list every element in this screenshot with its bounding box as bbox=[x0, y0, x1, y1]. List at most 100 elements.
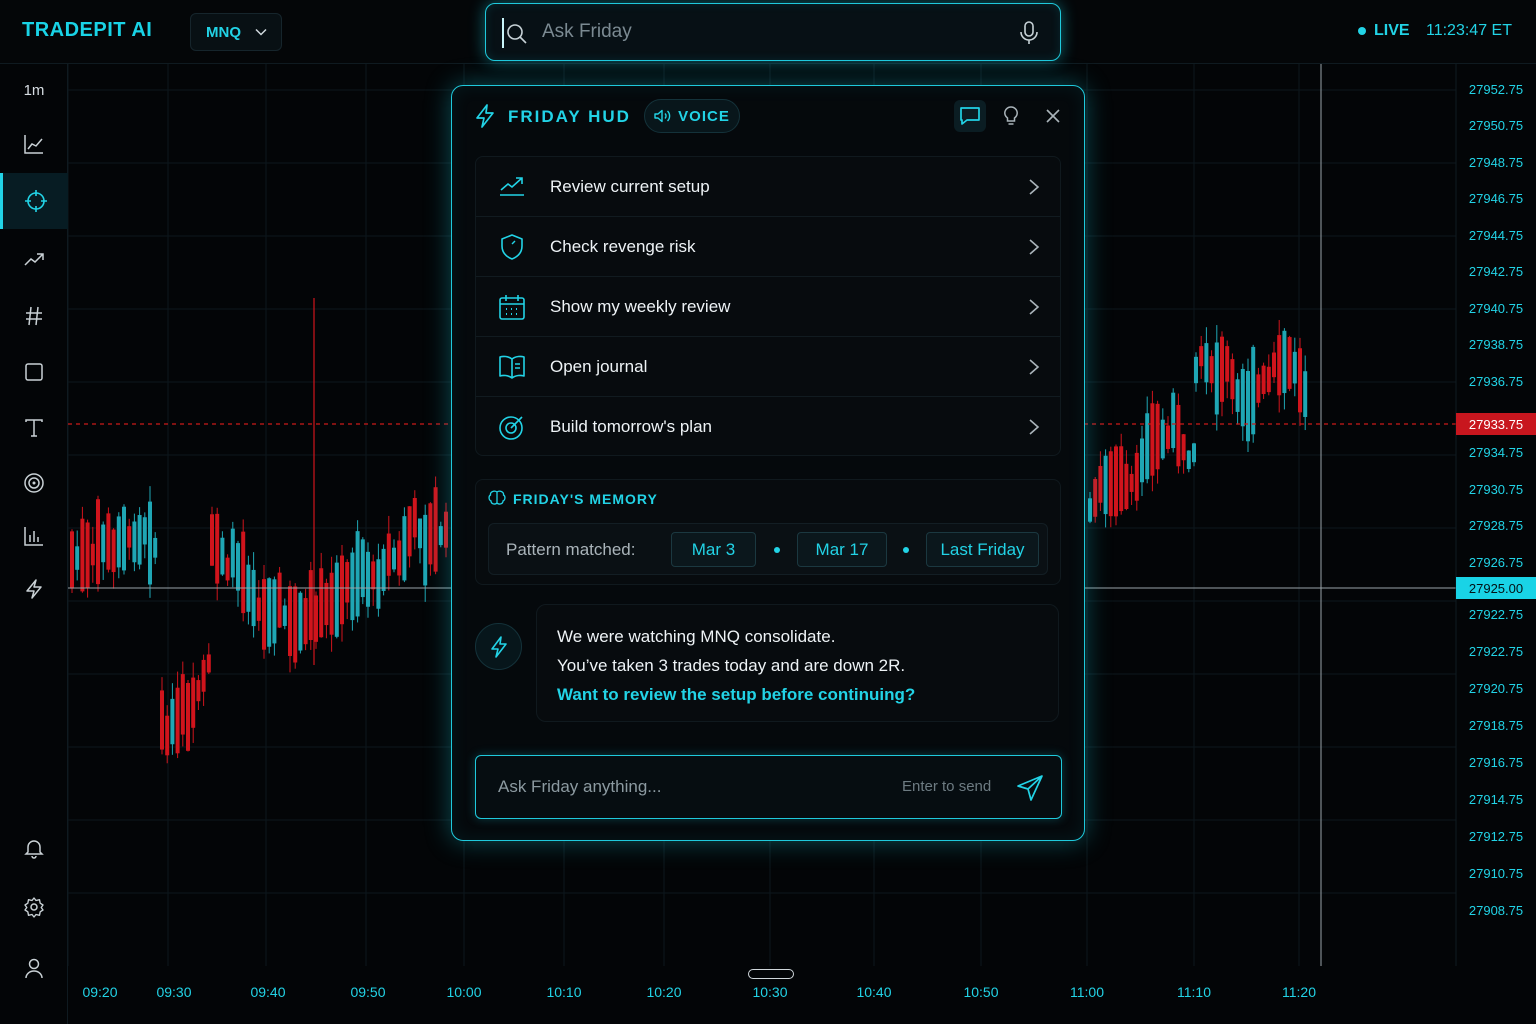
candle-body bbox=[1192, 443, 1196, 463]
profile-tool[interactable] bbox=[0, 940, 68, 996]
review-setup-link[interactable]: Want to review the setup before continui… bbox=[557, 680, 1038, 709]
symbol-selector[interactable]: MNQ bbox=[190, 13, 282, 51]
candle-body bbox=[1282, 330, 1287, 394]
candle-body bbox=[170, 698, 175, 745]
trading-app: 09:20 09:30 09:40 09:50 10:00 10:10 10:20 10:30… bbox=[0, 0, 1536, 1024]
memory-title: FRIDAY'S MEMORY bbox=[513, 491, 658, 507]
candle-body bbox=[148, 501, 152, 585]
menu-item-weekly-review[interactable]: Show my weekly review bbox=[476, 277, 1060, 337]
friday-avatar bbox=[475, 623, 522, 670]
price-axis-label: 27912.75 bbox=[1469, 829, 1523, 844]
menu-item-open-journal[interactable]: Open journal bbox=[476, 337, 1060, 397]
user-icon bbox=[25, 958, 43, 979]
hash-tool[interactable] bbox=[0, 288, 68, 344]
candle-body bbox=[350, 552, 355, 621]
time-scroll-handle[interactable] bbox=[748, 969, 794, 979]
price-axis-label: 27946.75 bbox=[1469, 191, 1523, 206]
price-axis-label: 27922.75 bbox=[1469, 607, 1523, 622]
menu-item-revenge-risk[interactable]: Check revenge risk bbox=[476, 217, 1060, 277]
search-icon bbox=[507, 24, 527, 44]
menu-item-review-setup[interactable]: Review current setup bbox=[476, 157, 1060, 217]
candle-body bbox=[1140, 438, 1144, 483]
rectangle-tool[interactable] bbox=[0, 344, 68, 400]
candle-body bbox=[90, 543, 95, 566]
timeframe-selector[interactable]: 1m bbox=[0, 82, 68, 99]
message-line: You’ve taken 3 trades today and are down… bbox=[557, 656, 906, 675]
candle-body bbox=[1261, 365, 1266, 395]
memory-chip-mar-3[interactable]: Mar 3 bbox=[671, 532, 756, 567]
voice-toggle[interactable]: VOICE bbox=[644, 99, 740, 133]
price-axis-label: 27930.75 bbox=[1469, 482, 1523, 497]
crosshair-icon bbox=[24, 190, 47, 212]
candle-body bbox=[1129, 473, 1134, 492]
candle-body bbox=[308, 570, 313, 641]
memory-chip-last-friday[interactable]: Last Friday bbox=[926, 532, 1039, 567]
candle-body bbox=[1108, 451, 1113, 517]
voice-label: VOICE bbox=[678, 107, 730, 125]
time-axis-label: 09:20 bbox=[82, 984, 117, 1000]
gear-icon bbox=[24, 897, 44, 918]
hash-icon bbox=[26, 306, 42, 326]
candle-body bbox=[191, 677, 196, 728]
ask-friday-search[interactable] bbox=[485, 3, 1061, 61]
bar-chart-icon bbox=[24, 527, 43, 546]
candle-body bbox=[397, 540, 402, 576]
price-axis-label: 27942.75 bbox=[1469, 264, 1523, 279]
price-axis-label: 27952.75 bbox=[1469, 82, 1523, 97]
target-tool[interactable] bbox=[0, 455, 68, 511]
candle-body bbox=[1220, 336, 1224, 402]
friday-memory-card: FRIDAY'S MEMORY Pattern matched: Mar 3 M… bbox=[475, 479, 1061, 585]
candle-body bbox=[1181, 434, 1186, 461]
notifications-tool[interactable] bbox=[0, 820, 68, 876]
candle-body bbox=[241, 531, 246, 614]
trend-line-tool[interactable] bbox=[0, 232, 68, 288]
crosshair-tool[interactable] bbox=[0, 173, 68, 229]
candle-body bbox=[1256, 374, 1261, 403]
time-axis: 09:20 09:30 09:40 09:50 10:00 10:10 10:20 10:30… bbox=[82, 984, 1316, 1000]
friday-compose-box[interactable]: Enter to send bbox=[475, 755, 1062, 819]
lightbulb-icon bbox=[1004, 106, 1018, 125]
price-axis-label: 27918.75 bbox=[1469, 718, 1523, 733]
candle-body bbox=[225, 557, 230, 581]
symbol-label: MNQ bbox=[206, 23, 241, 41]
close-hud-button[interactable] bbox=[1037, 100, 1069, 132]
candle-body bbox=[340, 555, 344, 625]
candle-body bbox=[355, 531, 360, 617]
memory-chip-mar-17[interactable]: Mar 17 bbox=[797, 532, 887, 567]
time-axis-label: 11:00 bbox=[1070, 984, 1104, 1000]
chevron-right-icon bbox=[1029, 299, 1040, 315]
chat-icon bbox=[960, 107, 980, 125]
pattern-label: Pattern matched: bbox=[506, 540, 636, 559]
trend-line-icon bbox=[24, 253, 44, 266]
send-hint: Enter to send bbox=[902, 778, 992, 795]
candle-body bbox=[127, 526, 132, 548]
send-icon[interactable] bbox=[1016, 774, 1044, 802]
text-tool[interactable] bbox=[0, 400, 68, 456]
hud-action-menu: Review current setup Check revenge risk … bbox=[475, 156, 1061, 456]
lightning-tool[interactable] bbox=[0, 561, 68, 617]
search-input[interactable] bbox=[540, 16, 990, 48]
menu-item-tomorrow-plan[interactable]: Build tomorrow's plan bbox=[476, 397, 1060, 455]
microphone-icon[interactable] bbox=[1019, 21, 1039, 45]
price-axis-label: 27908.75 bbox=[1469, 903, 1523, 918]
candle-body bbox=[160, 690, 164, 750]
candle-body bbox=[165, 715, 170, 756]
candle-body bbox=[196, 680, 201, 702]
candle-body bbox=[96, 499, 100, 585]
candle-body bbox=[324, 582, 329, 626]
settings-tool[interactable] bbox=[0, 879, 68, 935]
insights-button[interactable] bbox=[995, 100, 1027, 132]
chat-mode-button[interactable] bbox=[954, 100, 986, 132]
price-axis-label: 27916.75 bbox=[1469, 755, 1523, 770]
separator-dot bbox=[903, 547, 909, 553]
candle-body bbox=[272, 579, 277, 644]
candle-body bbox=[80, 518, 85, 592]
candle-body bbox=[407, 506, 412, 557]
candle-body bbox=[1230, 359, 1235, 400]
message-line: We were watching MNQ consolidate. bbox=[557, 627, 836, 646]
bar-chart-tool[interactable] bbox=[0, 508, 68, 564]
line-chart-tool[interactable] bbox=[0, 116, 68, 172]
friday-chat-input[interactable] bbox=[496, 773, 876, 801]
price-axis-label: 27928.75 bbox=[1469, 518, 1523, 533]
time-axis-label: 09:40 bbox=[250, 984, 285, 1000]
